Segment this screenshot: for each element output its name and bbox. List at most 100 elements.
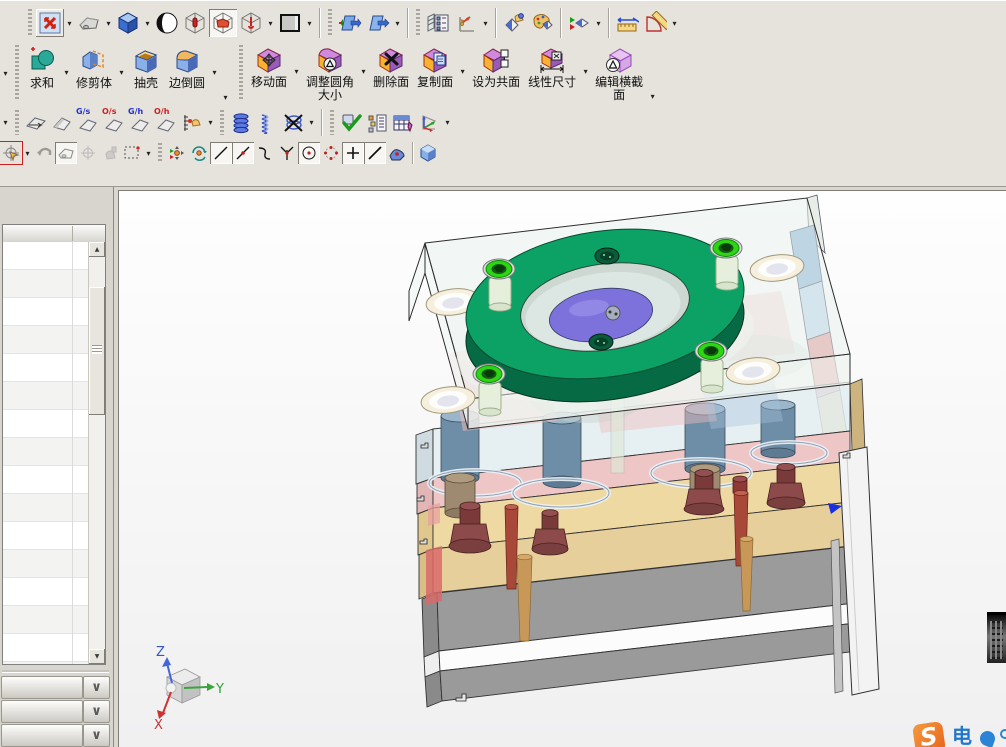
draft-analysis-button[interactable] (23, 110, 49, 136)
dropdown-arrow[interactable]: ▾ (142, 19, 153, 28)
toolbar-drag-handle[interactable] (28, 9, 32, 37)
undo-button[interactable] (33, 142, 55, 164)
show-and-hide-button[interactable] (500, 9, 528, 37)
collapsed-panel-1-expand-button[interactable]: ∨ (83, 676, 110, 699)
dropdown-arrow[interactable]: ▾ (103, 19, 114, 28)
toolbar-drag-handle[interactable] (416, 9, 420, 37)
feature-button-make-coplanar[interactable]: 设为共面 (468, 43, 524, 90)
background-swatch-button[interactable] (276, 9, 304, 37)
quadrant-point-button[interactable] (320, 142, 342, 164)
dropdown-arrow[interactable]: ▾ (593, 19, 604, 28)
collapsed-panel-2[interactable] (1, 700, 83, 723)
dropdown-arrow[interactable]: ▾ (205, 118, 216, 127)
dropdown-arrow[interactable]: ▾ (143, 149, 154, 158)
toolbar-overflow-arrow[interactable]: ▾ (0, 118, 11, 127)
dropdown-arrow[interactable]: ▾ (457, 67, 468, 76)
collapsed-panel-2-expand-button[interactable]: ∨ (83, 700, 110, 723)
dropdown-arrow[interactable]: ▾ (116, 68, 127, 77)
measure-angle-button[interactable] (641, 9, 669, 37)
point-on-curve-button[interactable] (364, 142, 386, 164)
scroll-down-button[interactable]: ▼ (89, 649, 105, 664)
toolbar-overflow-arrow[interactable]: ▾ (647, 92, 658, 101)
suppress-feature-button[interactable] (280, 110, 306, 136)
feature-button-delete-face[interactable]: 删除面 (369, 43, 413, 90)
toolbar-drag-handle[interactable] (158, 143, 162, 163)
navigator-rows[interactable] (3, 242, 89, 664)
gh-draft-check-button[interactable]: G/h (127, 107, 153, 136)
snap-point-button[interactable] (166, 142, 188, 164)
information-window-button[interactable] (179, 110, 205, 136)
mid-point-button[interactable] (254, 142, 276, 164)
measure-distance-button[interactable] (613, 9, 641, 37)
oh-draft-check-button[interactable]: O/h (153, 107, 179, 136)
shaded-cube-button[interactable] (417, 142, 439, 164)
collapsed-panel-1[interactable] (1, 676, 83, 699)
feature-button-trim-body[interactable]: 修剪体 (72, 44, 116, 91)
end-point-button[interactable] (210, 142, 232, 164)
face-analysis-button[interactable] (49, 110, 75, 136)
toolbar-drag-handle[interactable] (220, 110, 224, 135)
feature-button-linear-dimension[interactable]: 线性尺寸 (524, 43, 580, 90)
collapsed-panel-3-expand-button[interactable]: ∨ (83, 724, 110, 747)
mold-assembly-model[interactable]: Z Y X (119, 191, 1006, 747)
dropdown-arrow[interactable]: ▾ (480, 19, 491, 28)
dropdown-arrow[interactable]: ▾ (265, 19, 276, 28)
dropdown-arrow[interactable]: ▾ (306, 118, 317, 127)
dropdown-arrow[interactable]: ▾ (442, 118, 453, 127)
toolbar-drag-handle[interactable] (15, 45, 19, 101)
thread-button[interactable] (228, 110, 254, 136)
vertical-scrollbar[interactable]: ▲ ▼ (88, 242, 105, 664)
os-draft-check-button[interactable]: O/s (101, 107, 127, 136)
existing-point-button[interactable] (342, 142, 364, 164)
isometric-view-button[interactable] (114, 9, 142, 37)
feature-button-edge-blend[interactable]: 边倒圆 (165, 44, 209, 91)
dropdown-arrow[interactable]: ▾ (358, 67, 369, 76)
toolbar-drag-handle[interactable] (15, 110, 19, 135)
new-section-button[interactable] (364, 9, 392, 37)
dropdown-arrow[interactable]: ▾ (64, 19, 75, 28)
hidden-line-button[interactable] (237, 9, 265, 37)
orient-wcs-button[interactable] (416, 110, 442, 136)
examine-geometry-button[interactable] (338, 110, 364, 136)
collapsed-panel-3[interactable] (1, 724, 83, 747)
intersection-point-button[interactable] (276, 142, 298, 164)
dropdown-arrow[interactable]: ▾ (209, 68, 220, 77)
feature-button-resize-blend[interactable]: 调整圆角 大小 (302, 43, 358, 103)
wcs-dynamics-button[interactable] (452, 9, 480, 37)
feature-button-unite[interactable]: 求和 (23, 44, 61, 91)
edit-section-button[interactable] (336, 9, 364, 37)
graphics-viewport[interactable]: Z Y X (118, 190, 1006, 747)
scrollbar-thumb[interactable] (89, 287, 105, 415)
dropdown-arrow[interactable]: ▾ (669, 19, 680, 28)
toolbar-overflow-arrow[interactable]: ▾ (0, 69, 11, 78)
shaded-part-button[interactable] (209, 9, 237, 37)
navigator-table[interactable]: ▲ ▼ (2, 224, 106, 665)
rendering-style-button[interactable] (153, 9, 181, 37)
column-divider[interactable] (72, 226, 73, 241)
feature-button-move-face[interactable]: 移动面 (247, 43, 291, 90)
rectangle-select-button[interactable] (121, 142, 143, 164)
wireframe-part-button[interactable] (181, 9, 209, 37)
navigator-table-header[interactable] (3, 225, 105, 243)
expression-table-button[interactable] (390, 110, 416, 136)
dropdown-arrow[interactable]: ▾ (392, 19, 403, 28)
layer-settings-button[interactable] (424, 9, 452, 37)
toolbar-drag-handle[interactable] (239, 45, 244, 101)
class-selection-button[interactable] (565, 9, 593, 37)
point-on-face-button[interactable] (386, 142, 408, 164)
feature-button-copy-face[interactable]: 复制面 (413, 43, 457, 90)
fit-view-button[interactable] (36, 9, 64, 37)
toolbar-drag-handle[interactable] (330, 110, 334, 135)
toolbar-drag-handle[interactable] (328, 9, 332, 37)
dropdown-arrow[interactable]: ▾ (304, 19, 315, 28)
dropdown-arrow[interactable]: ▾ (22, 149, 33, 158)
deselect-all-button[interactable] (77, 142, 99, 164)
feature-button-edit-cross-section[interactable]: 编辑横截 面 (591, 43, 647, 103)
feature-browser-button[interactable] (364, 110, 390, 136)
shaded-preview-button[interactable] (55, 142, 77, 164)
dropdown-arrow[interactable]: ▾ (291, 67, 302, 76)
dropdown-arrow[interactable]: ▾ (61, 68, 72, 77)
arc-center-button[interactable] (298, 142, 320, 164)
spring-button[interactable] (254, 110, 280, 136)
dropdown-arrow[interactable]: ▾ (580, 67, 591, 76)
